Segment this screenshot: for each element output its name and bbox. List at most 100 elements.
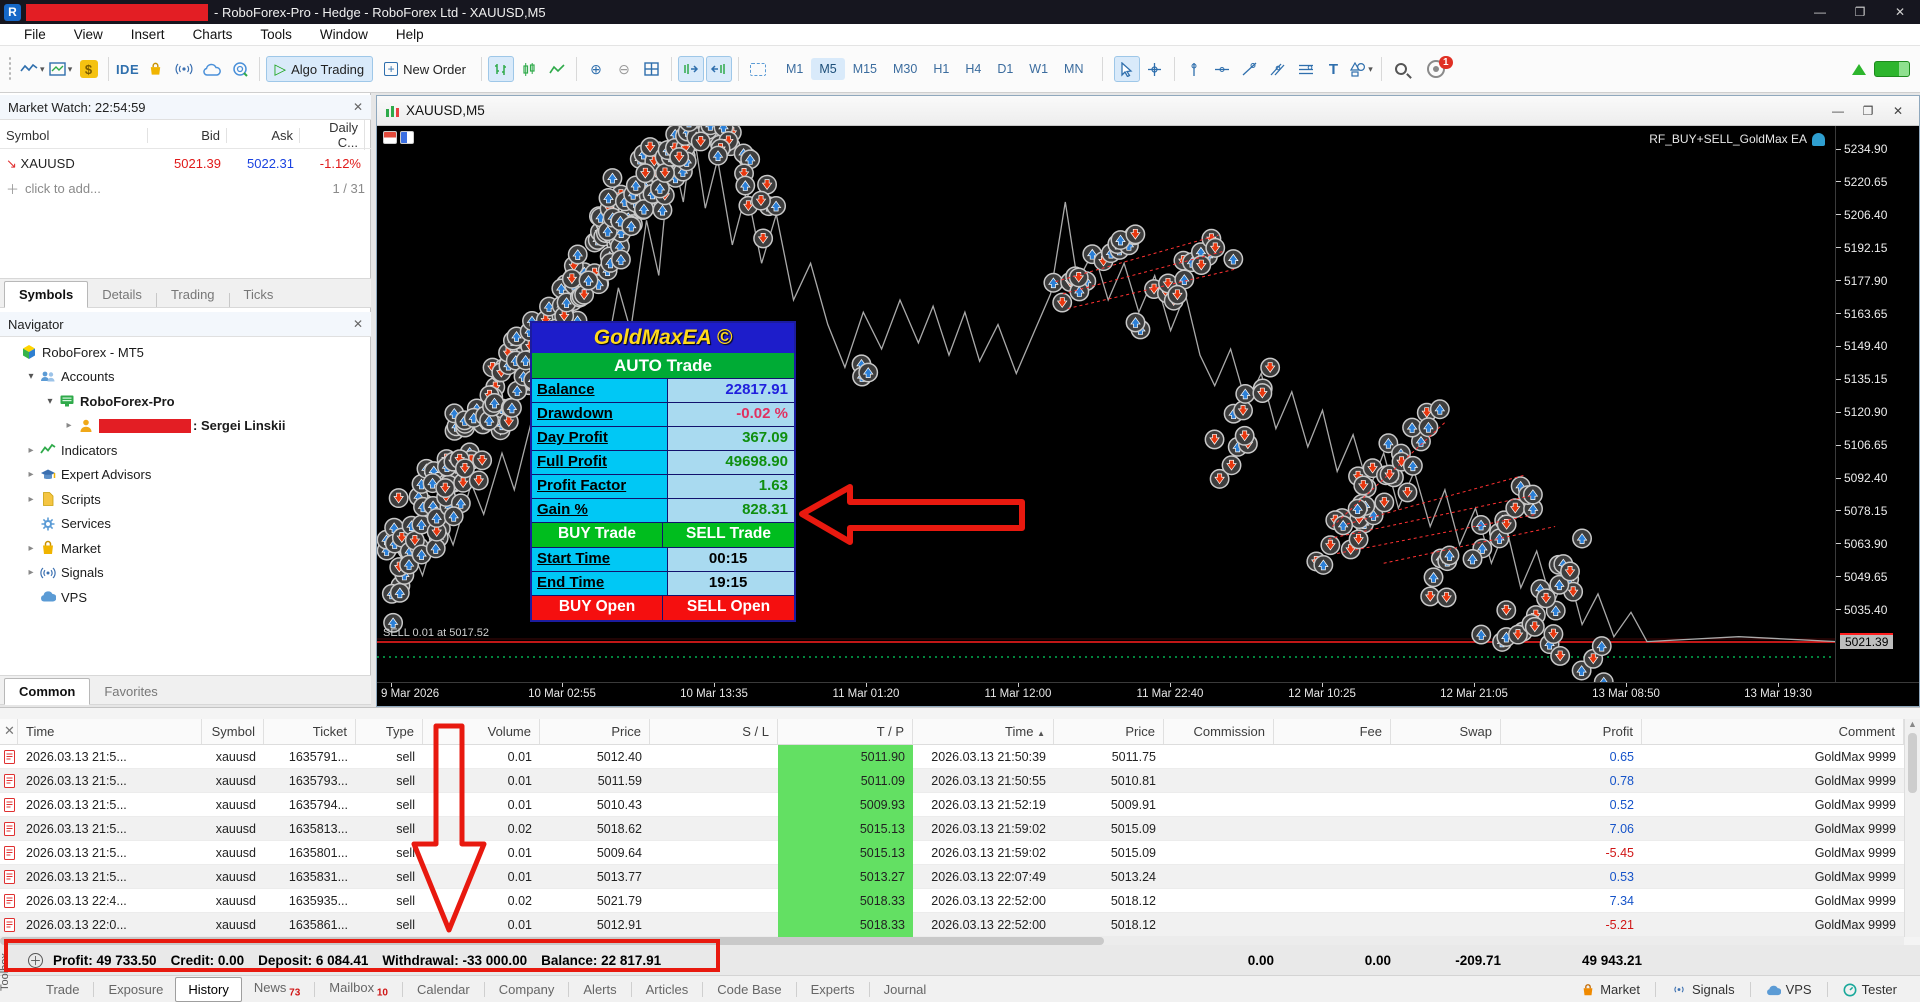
history-row[interactable]: 2026.03.13 21:5... xauusd 1635794... sell 0.…: [0, 792, 1904, 817]
trade-dollar-icon[interactable]: $: [76, 56, 102, 82]
search-icon[interactable]: [1388, 56, 1414, 82]
sidebar-item-scripts[interactable]: ▸ Scripts: [0, 487, 371, 512]
chart-profile-icon[interactable]: ▾: [48, 56, 74, 82]
channel-tool-icon[interactable]: [1265, 56, 1291, 82]
market-bag-icon[interactable]: [143, 56, 169, 82]
timeframe-w1[interactable]: W1: [1021, 58, 1056, 80]
fibonacci-tool-icon[interactable]: [1293, 56, 1319, 82]
trendline-tool-icon[interactable]: [1237, 56, 1263, 82]
cursor-tool-icon[interactable]: [1113, 56, 1140, 82]
chart-restore-icon[interactable]: ❐: [1855, 101, 1881, 121]
expand-icon[interactable]: ▸: [25, 469, 37, 480]
tile-windows-icon[interactable]: [639, 56, 665, 82]
toolbar-drag-handle[interactable]: [8, 56, 13, 82]
metaeditor-button[interactable]: IDE: [115, 56, 141, 82]
cloud-icon[interactable]: [199, 56, 225, 82]
status-tab-tester[interactable]: Tester: [1834, 979, 1906, 1000]
timeframe-d1[interactable]: D1: [989, 58, 1021, 80]
sidebar-item-accounts[interactable]: ▾ Accounts: [0, 365, 371, 390]
one-click-trading-icon[interactable]: [383, 131, 397, 144]
sidebar-item-market[interactable]: ▸ Market: [0, 536, 371, 561]
chart-area[interactable]: RF_BUY+SELL_GoldMax EA SELL 0.01 at 5017…: [377, 126, 1835, 682]
market-watch-add-row[interactable]: ＋ click to add... 1 / 31: [0, 177, 371, 199]
history-row[interactable]: 2026.03.13 21:5... xauusd 1635813... sell 0.…: [0, 816, 1904, 841]
sidebar-item-services[interactable]: Services: [0, 512, 371, 537]
history-row[interactable]: 2026.03.13 22:4... xauusd 1635935... sell 0.…: [0, 888, 1904, 913]
menu-charts[interactable]: Charts: [179, 25, 247, 44]
sidebar-item-sergei-linskii[interactable]: ▸: Sergei Linskii: [0, 414, 371, 439]
collapse-icon[interactable]: ▾: [25, 371, 37, 382]
history-close-icon[interactable]: ✕: [0, 719, 18, 744]
collapse-icon[interactable]: ▾: [44, 396, 56, 407]
tab-trade[interactable]: Trade: [34, 978, 91, 1001]
tab-common[interactable]: Common: [4, 678, 91, 705]
navigator-close-icon[interactable]: ✕: [353, 317, 363, 331]
tab-history[interactable]: History: [175, 977, 242, 1002]
tab-code-base[interactable]: Code Base: [705, 978, 793, 1001]
expand-icon[interactable]: ▸: [25, 567, 37, 578]
sidebar-item-vps[interactable]: VPS: [0, 585, 371, 610]
timeframe-h4[interactable]: H4: [957, 58, 989, 80]
expand-icon[interactable]: ▸: [25, 445, 37, 456]
tab-details[interactable]: Details: [88, 282, 156, 307]
chart-close-icon[interactable]: ✕: [1885, 101, 1911, 121]
menu-help[interactable]: Help: [382, 25, 438, 44]
bar-chart-mode-icon[interactable]: [487, 56, 514, 82]
sidebar-item-signals[interactable]: ▸ Signals: [0, 561, 371, 586]
timeframe-mn[interactable]: MN: [1056, 58, 1091, 80]
algo-trading-button[interactable]: ▷ Algo Trading: [265, 56, 374, 82]
status-tab-market[interactable]: Market: [1572, 979, 1649, 1000]
tab-calendar[interactable]: Calendar: [405, 978, 482, 1001]
community-icon[interactable]: [227, 56, 253, 82]
sidebar-item-indicators[interactable]: ▸ Indicators: [0, 438, 371, 463]
close-button[interactable]: ✕: [1880, 0, 1920, 24]
tab-articles[interactable]: Articles: [634, 978, 701, 1001]
vertical-line-tool-icon[interactable]: [1181, 56, 1207, 82]
sidebar-item-roboforex-mt5[interactable]: RoboForex - MT5: [0, 340, 371, 365]
history-row[interactable]: 2026.03.13 21:5... xauusd 1635801... sell 0.…: [0, 840, 1904, 865]
horizontal-line-tool-icon[interactable]: [1209, 56, 1235, 82]
tab-mailbox[interactable]: Mailbox 10: [317, 976, 400, 1002]
timeframe-h1[interactable]: H1: [925, 58, 957, 80]
tab-news[interactable]: News 73: [242, 976, 312, 1002]
minimize-button[interactable]: —: [1800, 0, 1840, 24]
sell-trade-button[interactable]: SELL Trade: [663, 523, 794, 547]
auto-scroll-icon[interactable]: [745, 56, 771, 82]
tab-favorites[interactable]: Favorites: [90, 679, 171, 704]
tab-ticks[interactable]: Ticks: [230, 282, 288, 307]
history-row[interactable]: 2026.03.13 21:5... xauusd 1635831... sell 0.…: [0, 864, 1904, 889]
market-watch-row-xauusd[interactable]: ↘ XAUUSD 5021.39 5022.31 -1.12%: [0, 151, 371, 176]
crosshair-tool-icon[interactable]: [1142, 56, 1168, 82]
expand-icon[interactable]: ▸: [25, 494, 37, 505]
tab-symbols[interactable]: Symbols: [4, 281, 89, 308]
tab-trading[interactable]: Trading: [157, 282, 229, 307]
buy-trade-button[interactable]: BUY Trade: [532, 523, 663, 547]
line-chart-mode-icon[interactable]: [544, 56, 570, 82]
candlestick-mode-icon[interactable]: [516, 56, 542, 82]
new-order-button[interactable]: + New Order: [375, 56, 475, 82]
sidebar-item-expert-advisors[interactable]: ▸ Expert Advisors: [0, 463, 371, 488]
status-tab-vps[interactable]: VPS: [1757, 979, 1821, 1000]
history-row[interactable]: 2026.03.13 22:0... xauusd 1635861... sell 0.…: [0, 912, 1904, 937]
shapes-tool-icon[interactable]: ▾: [1349, 56, 1375, 82]
tab-alerts[interactable]: Alerts: [571, 978, 628, 1001]
tab-company[interactable]: Company: [487, 978, 567, 1001]
market-watch-close-icon[interactable]: ✕: [353, 100, 363, 114]
time-axis[interactable]: 9 Mar 2026 10 Mar 02:55 10 Mar 13:35 11 Mar…: [377, 682, 1919, 706]
zoom-out-icon[interactable]: ⊖: [611, 56, 637, 82]
indicator-list-icon[interactable]: ▾: [19, 56, 46, 82]
chart-minimize-icon[interactable]: —: [1825, 101, 1851, 121]
shift-end-icon[interactable]: [677, 56, 704, 82]
chart-title-bar[interactable]: XAUUSD,M5 — ❐ ✕: [377, 96, 1919, 126]
menu-file[interactable]: File: [10, 25, 60, 44]
tab-exposure[interactable]: Exposure: [96, 978, 175, 1001]
notifications-icon[interactable]: 1: [1423, 56, 1453, 82]
history-row[interactable]: 2026.03.13 21:5... xauusd 1635793... sell 0.…: [0, 768, 1904, 793]
menu-tools[interactable]: Tools: [246, 25, 306, 44]
menu-window[interactable]: Window: [306, 25, 382, 44]
tab-experts[interactable]: Experts: [799, 978, 867, 1001]
timeframe-m15[interactable]: M15: [845, 58, 885, 80]
sidebar-item-roboforex-pro[interactable]: ▾ RoboForex-Pro: [0, 389, 371, 414]
shift-chart-icon[interactable]: [705, 56, 732, 82]
expand-icon[interactable]: ▸: [25, 543, 37, 554]
